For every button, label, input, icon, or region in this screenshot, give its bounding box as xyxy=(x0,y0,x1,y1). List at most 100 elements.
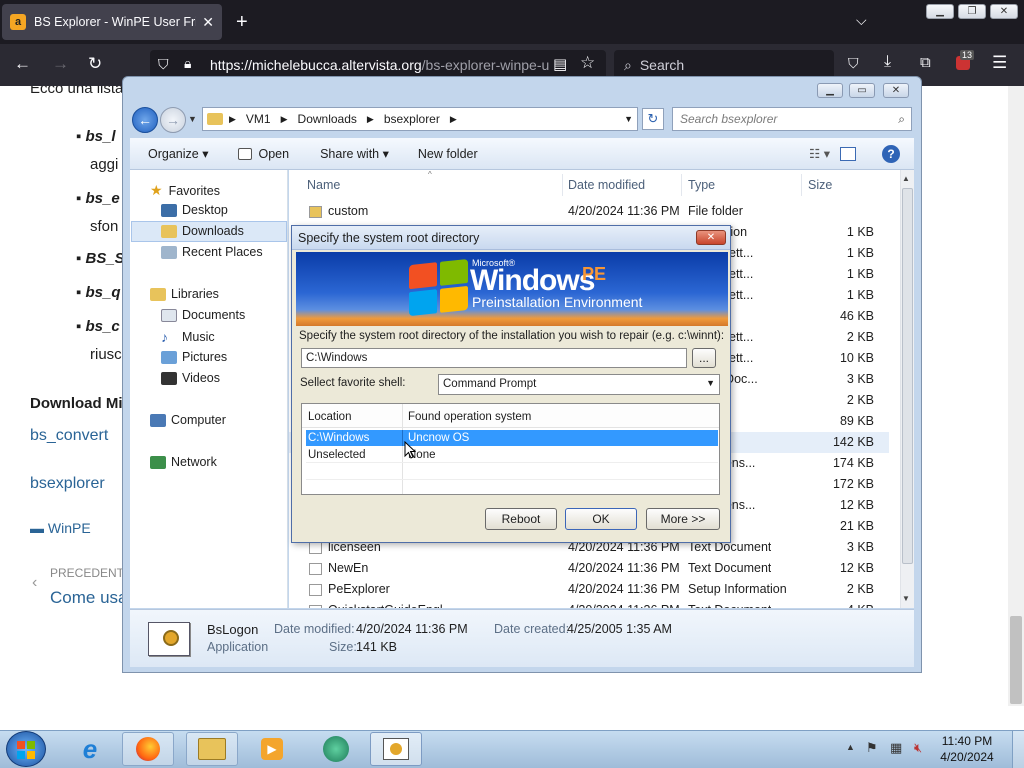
table-row[interactable]: Unselected None xyxy=(306,447,718,463)
forward-arrow-icon[interactable]: → xyxy=(52,54,69,74)
reboot-button[interactable]: Reboot xyxy=(485,508,557,530)
chevron-left-icon: ‹ xyxy=(32,574,38,591)
scroll-down-icon[interactable]: ▼ xyxy=(902,594,910,603)
explorer-maximize-button[interactable]: ▭ xyxy=(849,83,875,98)
address-bar[interactable]: ▶ VM1 ▶ Downloads ▶ bsexplorer ▶ ▼ xyxy=(202,107,638,131)
extensions-icon[interactable]: ⧉ xyxy=(920,54,931,71)
prev-post-link[interactable]: Come usa xyxy=(50,588,127,608)
downloads-folder-icon xyxy=(161,224,177,238)
breadcrumb-separator-icon: ▶ xyxy=(229,113,236,124)
file-list-scrollbar[interactable]: ▲ ▼ xyxy=(900,170,914,608)
help-icon[interactable]: ? xyxy=(882,144,900,163)
open-button[interactable]: Open xyxy=(258,147,289,161)
pocket-icon[interactable]: ⛉ xyxy=(848,55,859,72)
firefox-taskbar-button[interactable] xyxy=(122,732,174,766)
nav-desktop-label: Desktop xyxy=(182,203,228,217)
start-button[interactable] xyxy=(6,731,46,767)
list-tabs-chevron-icon[interactable]: ⌵ xyxy=(856,12,867,29)
close-window-button[interactable]: ✕ xyxy=(990,4,1018,19)
explorer-forward-button[interactable]: → xyxy=(160,107,186,133)
browser-tab[interactable]: a BS Explorer - WinPE User Friend ✕ xyxy=(2,4,222,40)
taskbar-clock[interactable]: 11:40 PM 4/20/2024 xyxy=(932,733,1002,765)
nav-downloads[interactable]: Downloads xyxy=(161,224,244,238)
explorer-back-button[interactable]: ← xyxy=(132,107,158,133)
nav-computer[interactable]: Computer xyxy=(150,413,226,427)
column-name[interactable]: Name xyxy=(307,178,340,192)
category-link[interactable]: WinPE xyxy=(48,520,91,536)
root-path-input[interactable]: C:\Windows xyxy=(301,348,687,368)
recent-pages-chevron-icon[interactable]: ▼ xyxy=(188,114,197,124)
app-taskbar-button[interactable] xyxy=(310,732,362,766)
explorer-taskbar-button[interactable] xyxy=(186,732,238,766)
browse-button[interactable]: ... xyxy=(692,348,716,368)
lock-icon[interactable]: 🔒︎ xyxy=(184,55,191,72)
nav-recent-places[interactable]: Recent Places xyxy=(161,245,263,259)
ok-button[interactable]: OK xyxy=(565,508,637,530)
menu-icon[interactable]: ☰ xyxy=(992,53,1007,73)
media-player-taskbar-button[interactable]: ▶ xyxy=(246,732,298,766)
show-desktop-button[interactable] xyxy=(1012,731,1024,768)
explorer-search-input[interactable]: Search bsexplorer ⌕ xyxy=(672,107,912,131)
link-bs-convert[interactable]: bs_convert xyxy=(30,427,108,445)
scroll-up-icon[interactable]: ▲ xyxy=(902,174,910,183)
link-bsexplorer[interactable]: bsexplorer xyxy=(30,475,105,493)
file-row[interactable]: NewEn 4/20/2024 11:36 PM Text Document 12 K… xyxy=(289,558,889,579)
bookmark-star-icon[interactable]: ☆ xyxy=(580,53,595,73)
select-dropdown-icon[interactable]: ▼ xyxy=(706,378,715,388)
nav-pictures[interactable]: Pictures xyxy=(161,350,227,364)
preview-pane-icon[interactable] xyxy=(840,146,856,161)
breadcrumb-vm1[interactable]: VM1 xyxy=(246,112,271,126)
shell-select[interactable]: Command Prompt ▼ xyxy=(438,374,720,395)
page-scrollbar[interactable] xyxy=(1008,86,1024,706)
reader-view-icon[interactable]: ▤ xyxy=(553,55,567,73)
bslogon-taskbar-button[interactable] xyxy=(370,732,422,766)
new-folder-button[interactable]: New folder xyxy=(418,147,478,161)
page-scrollbar-thumb[interactable] xyxy=(1010,616,1022,704)
nav-documents[interactable]: Documents xyxy=(161,308,245,322)
reload-icon[interactable]: ↻ xyxy=(88,54,102,74)
refresh-icon[interactable]: ↻ xyxy=(642,108,664,130)
nav-videos[interactable]: Videos xyxy=(161,371,220,385)
view-options-icon[interactable]: ☷ ▾ xyxy=(809,146,830,161)
dialog-close-button[interactable]: ✕ xyxy=(696,230,726,245)
show-hidden-icons-icon[interactable]: ▲ xyxy=(846,742,855,752)
internet-explorer-taskbar-button[interactable]: e xyxy=(64,732,116,766)
nav-desktop[interactable]: Desktop xyxy=(161,203,228,217)
column-location[interactable]: Location xyxy=(308,411,351,423)
file-row[interactable]: custom 4/20/2024 11:36 PM File folder xyxy=(289,201,889,222)
action-center-flag-icon[interactable]: ⚑ xyxy=(866,740,878,756)
explorer-minimize-button[interactable]: ▁ xyxy=(817,83,843,98)
column-found-os[interactable]: Found operation system xyxy=(408,411,531,423)
more-button[interactable]: More >> xyxy=(646,508,720,530)
address-dropdown-icon[interactable]: ▼ xyxy=(624,114,633,124)
back-arrow-icon[interactable]: ← xyxy=(14,54,31,74)
breadcrumb-downloads[interactable]: Downloads xyxy=(298,112,357,126)
column-type[interactable]: Type xyxy=(688,178,715,192)
file-row[interactable]: QuickstartGuideEngl 4/20/2024 11:36 PM Tex… xyxy=(289,600,889,608)
minimize-button[interactable]: ▁ xyxy=(926,4,954,19)
search-icon[interactable]: ⌕ xyxy=(898,112,905,127)
nav-music[interactable]: ♪ Music xyxy=(161,329,215,345)
close-tab-icon[interactable]: ✕ xyxy=(202,14,214,31)
shield-icon[interactable]: ⛉ xyxy=(158,56,169,73)
folder-icon xyxy=(309,206,322,218)
breadcrumb-bsexplorer[interactable]: bsexplorer xyxy=(384,112,440,126)
scrollbar-thumb[interactable] xyxy=(902,188,913,564)
share-with-button[interactable]: Share with ▾ xyxy=(320,146,389,161)
network-status-icon[interactable]: ▦ xyxy=(890,740,902,756)
breadcrumb-separator-icon: ▶ xyxy=(449,113,457,124)
nav-libraries[interactable]: Libraries xyxy=(150,287,219,301)
column-date-modified[interactable]: Date modified xyxy=(568,178,645,192)
volume-muted-icon[interactable]: 🔇︎ xyxy=(914,740,922,756)
nav-favorites[interactable]: ★ Favorites xyxy=(150,182,220,199)
downloads-icon[interactable]: ⤓ xyxy=(884,53,891,71)
organize-button[interactable]: Organize ▾ xyxy=(148,146,208,161)
new-tab-button[interactable]: + xyxy=(236,12,248,32)
explorer-close-button[interactable]: ✕ xyxy=(883,83,909,98)
maximize-button[interactable]: ❐ xyxy=(958,4,986,19)
column-size[interactable]: Size xyxy=(808,178,832,192)
file-row[interactable]: PeExplorer 4/20/2024 11:36 PM Setup Inform… xyxy=(289,579,889,600)
bullet-2: bs_e xyxy=(85,190,120,207)
nav-network[interactable]: Network xyxy=(150,455,217,469)
table-row-selected[interactable]: C:\Windows Uncnow OS xyxy=(306,430,718,446)
